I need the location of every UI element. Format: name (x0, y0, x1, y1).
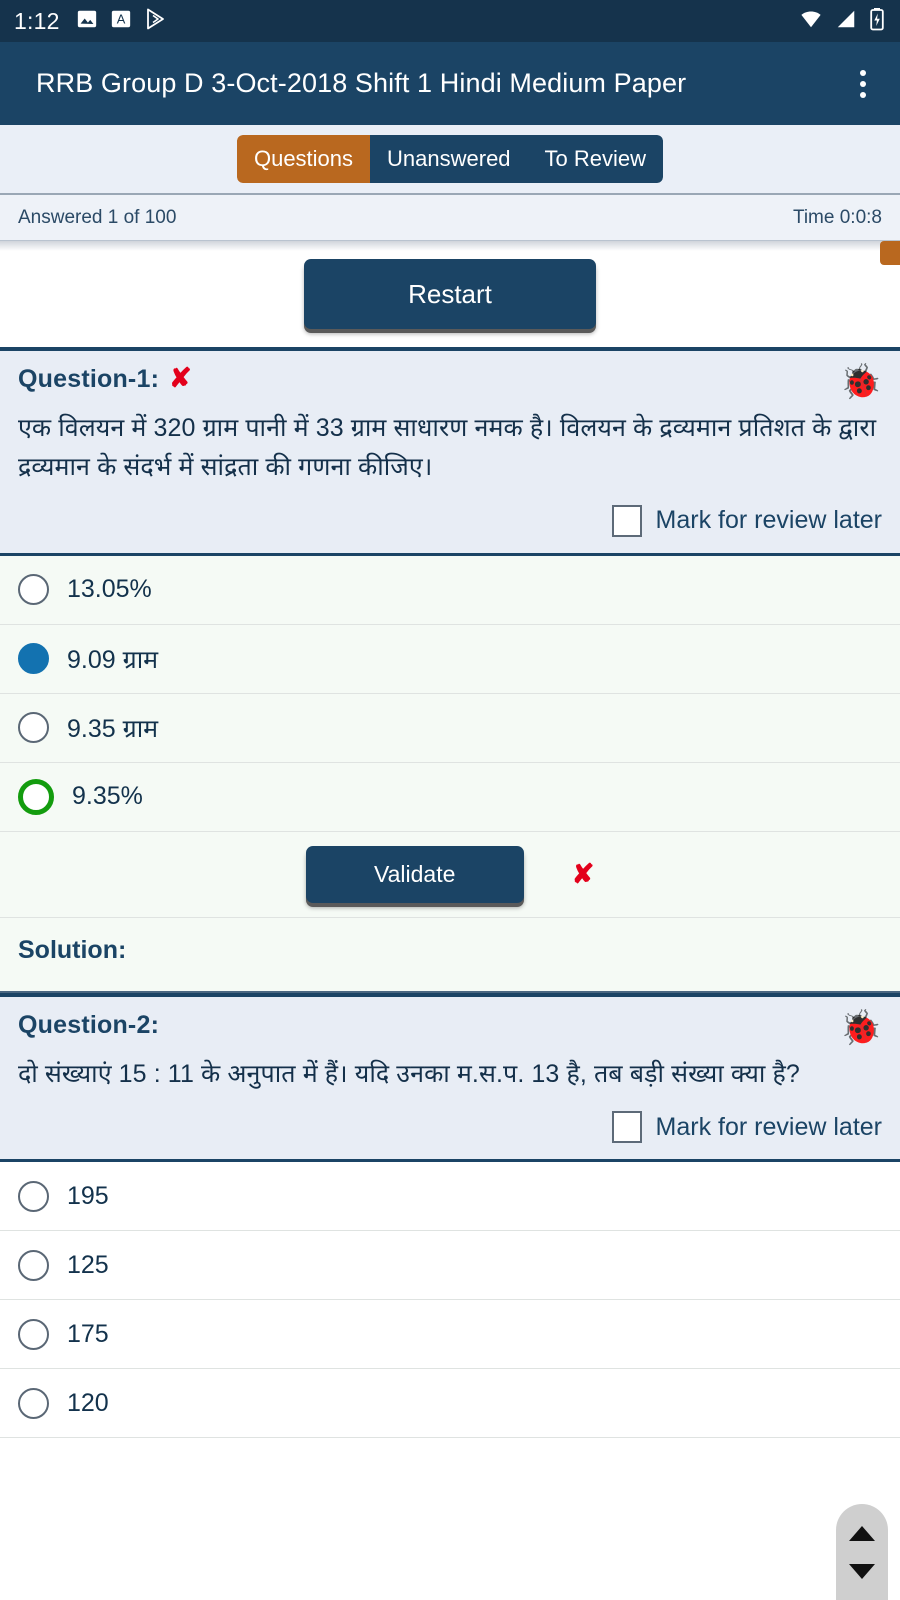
elapsed-time: Time 0:0:8 (792, 206, 882, 228)
scroll-down-arrow-icon[interactable] (849, 1563, 875, 1579)
cell-signal-icon (834, 8, 858, 35)
option-label: 125 (67, 1250, 109, 1279)
app-header-bar: RRB Group D 3-Oct-2018 Shift 1 Hindi Med… (0, 42, 900, 125)
solution-label: Solution: (18, 935, 127, 964)
mark-for-review-checkbox[interactable] (611, 504, 642, 537)
question-1-text: एक विलयन में 320 ग्राम पानी में 33 ग्राम… (18, 414, 877, 481)
bug-icon[interactable]: 🐞 (840, 365, 882, 399)
radio-button[interactable] (18, 1318, 49, 1350)
bug-icon[interactable]: 🐞 (840, 1011, 882, 1045)
question-2-header: Question-2: 🐞 दो संख्याएं 15 : 11 के अनु… (0, 996, 900, 1160)
option-row[interactable]: 13.05% (0, 555, 900, 625)
option-row[interactable]: 125 (0, 1231, 900, 1301)
option-row[interactable]: 9.35 ग्राम (0, 693, 900, 763)
option-row[interactable]: 175 (0, 1300, 900, 1370)
scroll-up-arrow-icon[interactable] (849, 1525, 875, 1541)
question-1-header: Question-1: ✘ 🐞 एक विलयन में 320 ग्राम प… (0, 351, 900, 553)
svg-text:A: A (116, 11, 125, 26)
tab-bar: Questions Unanswered To Review (0, 125, 900, 195)
option-label: 9.35 ग्राम (67, 714, 159, 743)
restart-button[interactable]: Restart (304, 259, 596, 329)
option-label: 195 (67, 1181, 109, 1210)
question-card-2: Question-2: 🐞 दो संख्याएं 15 : 11 के अनु… (0, 992, 900, 1439)
system-status-bar: 1:12 A (0, 0, 900, 42)
status-bar-clock: 1:12 (14, 7, 60, 34)
quiz-status-strip: Answered 1 of 100 Time 0:0:8 (0, 195, 900, 241)
play-store-icon (144, 7, 168, 36)
radio-button[interactable] (18, 1180, 49, 1212)
radio-button-selected[interactable] (18, 643, 49, 674)
question-2-options: 195 125 175 120 (0, 1159, 900, 1439)
radio-button[interactable] (18, 1387, 49, 1419)
tab-unanswered[interactable]: Unanswered (370, 135, 528, 183)
option-label: 120 (67, 1388, 109, 1417)
question-1-options: 13.05% 9.09 ग्राम 9.35 ग्राम 9.35% (0, 552, 900, 832)
question-1-validate-row: Validate ✘ (0, 831, 900, 918)
mark-for-review-label: Mark for review later (655, 506, 882, 534)
red-x-icon: ✘ (169, 363, 192, 393)
scroll-jump-widget[interactable] (836, 1504, 888, 1600)
option-label: 13.05% (67, 575, 152, 603)
radio-button[interactable] (18, 574, 49, 605)
question-2-title: Question-2: (18, 1010, 160, 1039)
validate-red-x-icon: ✘ (571, 858, 595, 889)
battery-charging-icon (868, 7, 886, 36)
image-icon (76, 8, 98, 35)
status-bar-notification-icons: A (76, 7, 168, 36)
question-1-solution: Solution: (0, 917, 900, 993)
kebab-menu-icon[interactable] (846, 62, 880, 106)
radio-button[interactable] (18, 1249, 49, 1281)
restart-button-row: Restart (0, 241, 900, 347)
tab-group: Questions Unanswered To Review (236, 135, 664, 183)
option-label: 9.09 ग्राम (67, 645, 159, 674)
option-row[interactable]: 9.09 ग्राम (0, 624, 900, 694)
question-1-title-row: Question-1: ✘ 🐞 (18, 363, 882, 400)
question-2-text: दो संख्याएं 15 : 11 के अनुपात में हैं। य… (18, 1059, 800, 1088)
status-bar-system-icons (798, 7, 886, 36)
questions-scroll-area[interactable]: Restart Question-1: ✘ 🐞 एक विलयन में 320… (0, 241, 900, 1600)
question-2-mark-row[interactable]: Mark for review later (18, 1111, 882, 1144)
screenshot-a-icon: A (110, 8, 132, 35)
scroll-top-shadow (0, 241, 900, 251)
tab-questions[interactable]: Questions (236, 135, 371, 183)
option-row[interactable]: 120 (0, 1369, 900, 1439)
radio-button[interactable] (18, 712, 49, 743)
option-label: 9.35% (72, 782, 143, 810)
tab-to-review[interactable]: To Review (527, 135, 664, 183)
question-card-1: Question-1: ✘ 🐞 एक विलयन में 320 ग्राम प… (0, 347, 900, 993)
option-row[interactable]: 195 (0, 1162, 900, 1232)
question-1-title: Question-1: (18, 365, 160, 393)
validate-button[interactable]: Validate (305, 845, 524, 903)
option-row[interactable]: 9.35% (0, 762, 900, 832)
partially-visible-orange-tab[interactable] (880, 241, 900, 265)
option-label: 175 (67, 1319, 109, 1348)
question-1-mark-row[interactable]: Mark for review later (18, 504, 882, 537)
wifi-icon (798, 8, 824, 35)
mark-for-review-label: Mark for review later (655, 1112, 882, 1141)
mark-for-review-checkbox[interactable] (611, 1111, 642, 1144)
question-2-title-row: Question-2: 🐞 (18, 1011, 882, 1045)
answered-count: Answered 1 of 100 (18, 206, 177, 228)
radio-button-correct[interactable] (18, 778, 54, 815)
page-title: RRB Group D 3-Oct-2018 Shift 1 Hindi Med… (36, 68, 687, 98)
